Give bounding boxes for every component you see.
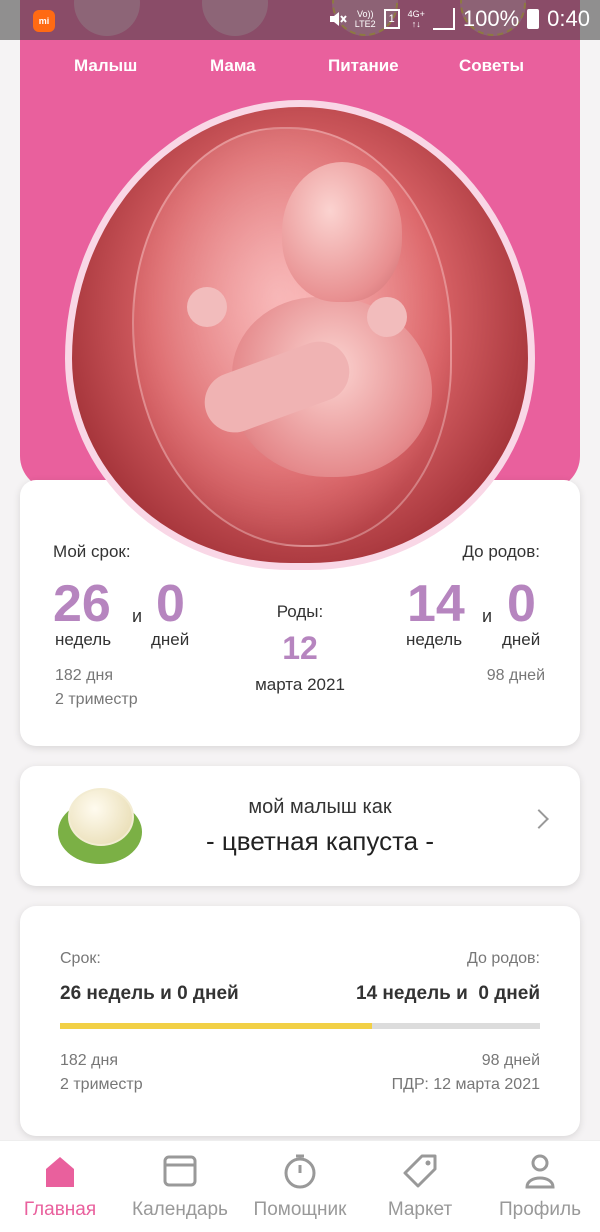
until-weeks-unit: недель (406, 630, 463, 649)
nav-calendar-label: Календарь (132, 1199, 228, 1220)
tab-mom[interactable]: Мама (210, 56, 256, 76)
baby-size-subtitle: мой малыш как (248, 796, 392, 818)
progress-until-days: 98 дней (481, 1052, 540, 1069)
home-icon (46, 1157, 74, 1187)
fetus-hand-right (367, 297, 407, 337)
nav-market[interactable]: Маркет (360, 1141, 480, 1232)
mute-icon (329, 12, 347, 26)
progress-summary: 182 дня 2 триместр (60, 1049, 143, 1097)
calendar-icon (163, 1155, 197, 1187)
baby-size-card[interactable]: мой малыш как - цветная капуста - (20, 766, 580, 886)
nav-market-label: Маркет (387, 1199, 453, 1220)
nav-assistant[interactable]: Помощник (240, 1141, 360, 1232)
fetus-hand-left (187, 287, 227, 327)
tab-baby[interactable]: Малыш (74, 56, 137, 76)
birth-day: 12 (282, 630, 318, 666)
until-value: 14 недель и 0 дней (356, 983, 540, 1004)
nav-calendar[interactable]: Календарь (120, 1141, 240, 1232)
progress-card: Срок: До родов: 26 недель и 0 дней 14 не… (20, 906, 580, 1136)
data-indicator: 4G+ ↑↓ (407, 9, 425, 29)
progress-total-days: 182 дня (60, 1052, 118, 1069)
battery-icon (527, 9, 540, 29)
nav-profile[interactable]: Профиль (480, 1141, 600, 1232)
term-value: 26 недель и 0 дней (60, 983, 239, 1004)
fetus-head (282, 162, 402, 302)
mi-app-icon: mi (33, 10, 55, 32)
baby-size-name: - цветная капуста - (205, 826, 435, 856)
progress-due: 98 дней ПДР: 12 марта 2021 (392, 1049, 540, 1097)
hero-tabs: Малыш Мама Питание Советы (20, 56, 580, 80)
signal-icon (432, 8, 455, 30)
sim-indicator: 1 (383, 9, 400, 29)
nav-home-label: Главная (23, 1199, 97, 1220)
until-birth-label: До родов: (462, 542, 540, 561)
nav-profile-label: Профиль (498, 1199, 582, 1220)
tab-food[interactable]: Питание (328, 56, 399, 76)
until-days-unit: дней (502, 630, 541, 649)
nav-assistant-label: Помощник (253, 1199, 347, 1220)
until-days-value: 0 (507, 575, 536, 633)
tag-icon (403, 1154, 437, 1188)
volte-indicator: Vo)) LTE2 (354, 9, 376, 29)
battery-percent: 100% (462, 6, 520, 31)
term-label: Срок: (60, 950, 101, 967)
profile-icon (525, 1154, 555, 1189)
status-bar: mi Vo)) LTE2 1 4G+ ↑↓ 100% 0:40 (0, 0, 600, 40)
birth-label: Роды: (276, 602, 324, 621)
progress-fill (60, 1023, 372, 1029)
progress-bar (60, 1023, 540, 1029)
clock: 0:40 (547, 6, 590, 31)
timer-icon (284, 1154, 316, 1189)
until-and-label: и (482, 606, 493, 626)
until-label: До родов: (467, 950, 540, 967)
tab-tips[interactable]: Советы (459, 56, 524, 76)
bottom-nav: Главная Календарь Помощник Маркет Профил… (0, 1140, 600, 1232)
progress-trimester: 2 триместр (60, 1076, 143, 1093)
until-weeks-value: 14 (407, 575, 465, 633)
due-date: ПДР: 12 марта 2021 (391, 1076, 540, 1093)
until-total-days: 98 дней (486, 667, 545, 684)
my-term-label: Мой срок: (53, 542, 131, 561)
nav-home[interactable]: Главная (0, 1141, 120, 1232)
